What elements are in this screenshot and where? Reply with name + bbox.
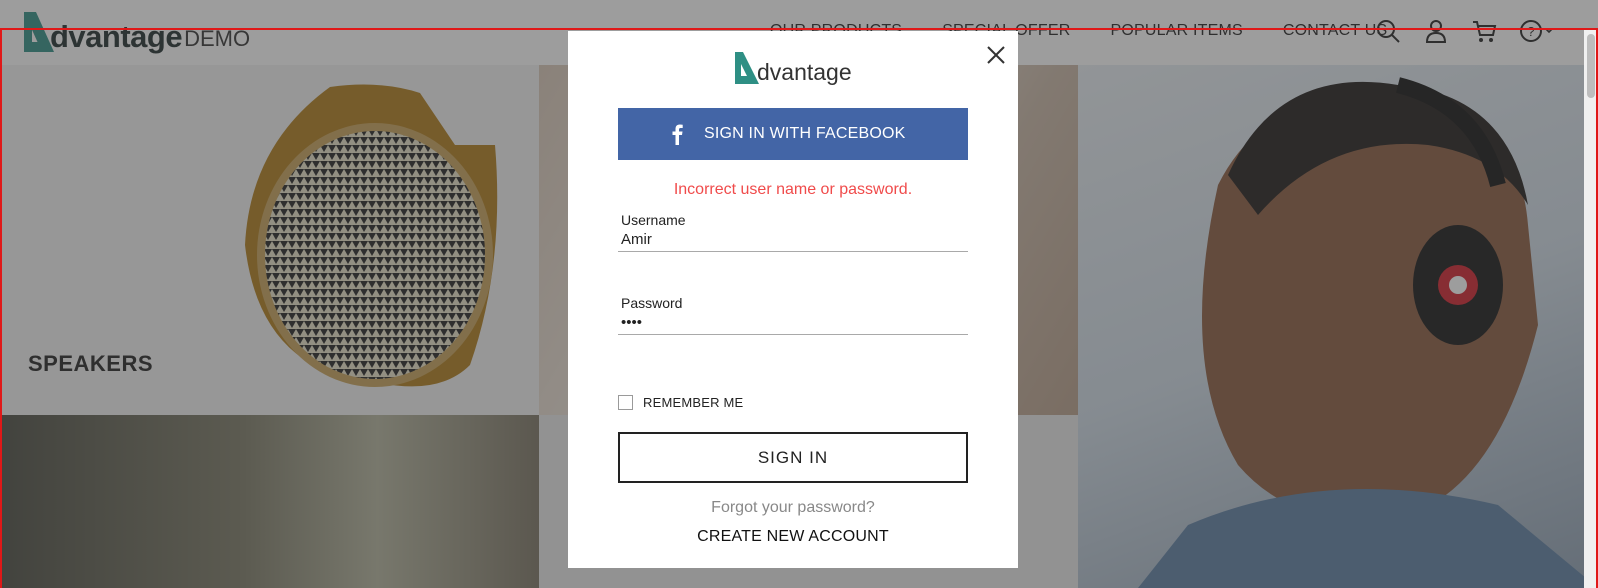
- sign-in-with-facebook-button[interactable]: SIGN IN WITH FACEBOOK: [618, 108, 968, 160]
- facebook-button-label: SIGN IN WITH FACEBOOK: [704, 125, 906, 142]
- login-modal: dvantage SIGN IN WITH FACEBOOK Incorrect…: [568, 31, 1018, 568]
- remember-me-label: REMEMBER ME: [643, 395, 744, 410]
- modal-logo: dvantage: [734, 51, 852, 85]
- password-label: Password: [621, 295, 683, 311]
- create-account-link[interactable]: CREATE NEW ACCOUNT: [568, 528, 1018, 546]
- username-field: Username: [618, 212, 968, 252]
- close-icon[interactable]: [984, 43, 1008, 67]
- page-scrollbar[interactable]: [1584, 30, 1598, 588]
- password-input[interactable]: [618, 311, 968, 335]
- username-input[interactable]: [618, 228, 968, 252]
- forgot-password-link[interactable]: Forgot your password?: [568, 499, 1018, 517]
- sign-in-button[interactable]: SIGN IN: [618, 432, 968, 483]
- login-error-message: Incorrect user name or password.: [673, 181, 913, 198]
- username-label: Username: [621, 212, 686, 228]
- modal-logo-wordmark: dvantage: [757, 59, 852, 85]
- password-field: Password: [618, 295, 968, 335]
- remember-me-option[interactable]: REMEMBER ME: [618, 395, 743, 410]
- scrollbar-thumb[interactable]: [1587, 34, 1595, 98]
- remember-me-checkbox[interactable]: [618, 395, 633, 410]
- facebook-icon: [672, 124, 683, 145]
